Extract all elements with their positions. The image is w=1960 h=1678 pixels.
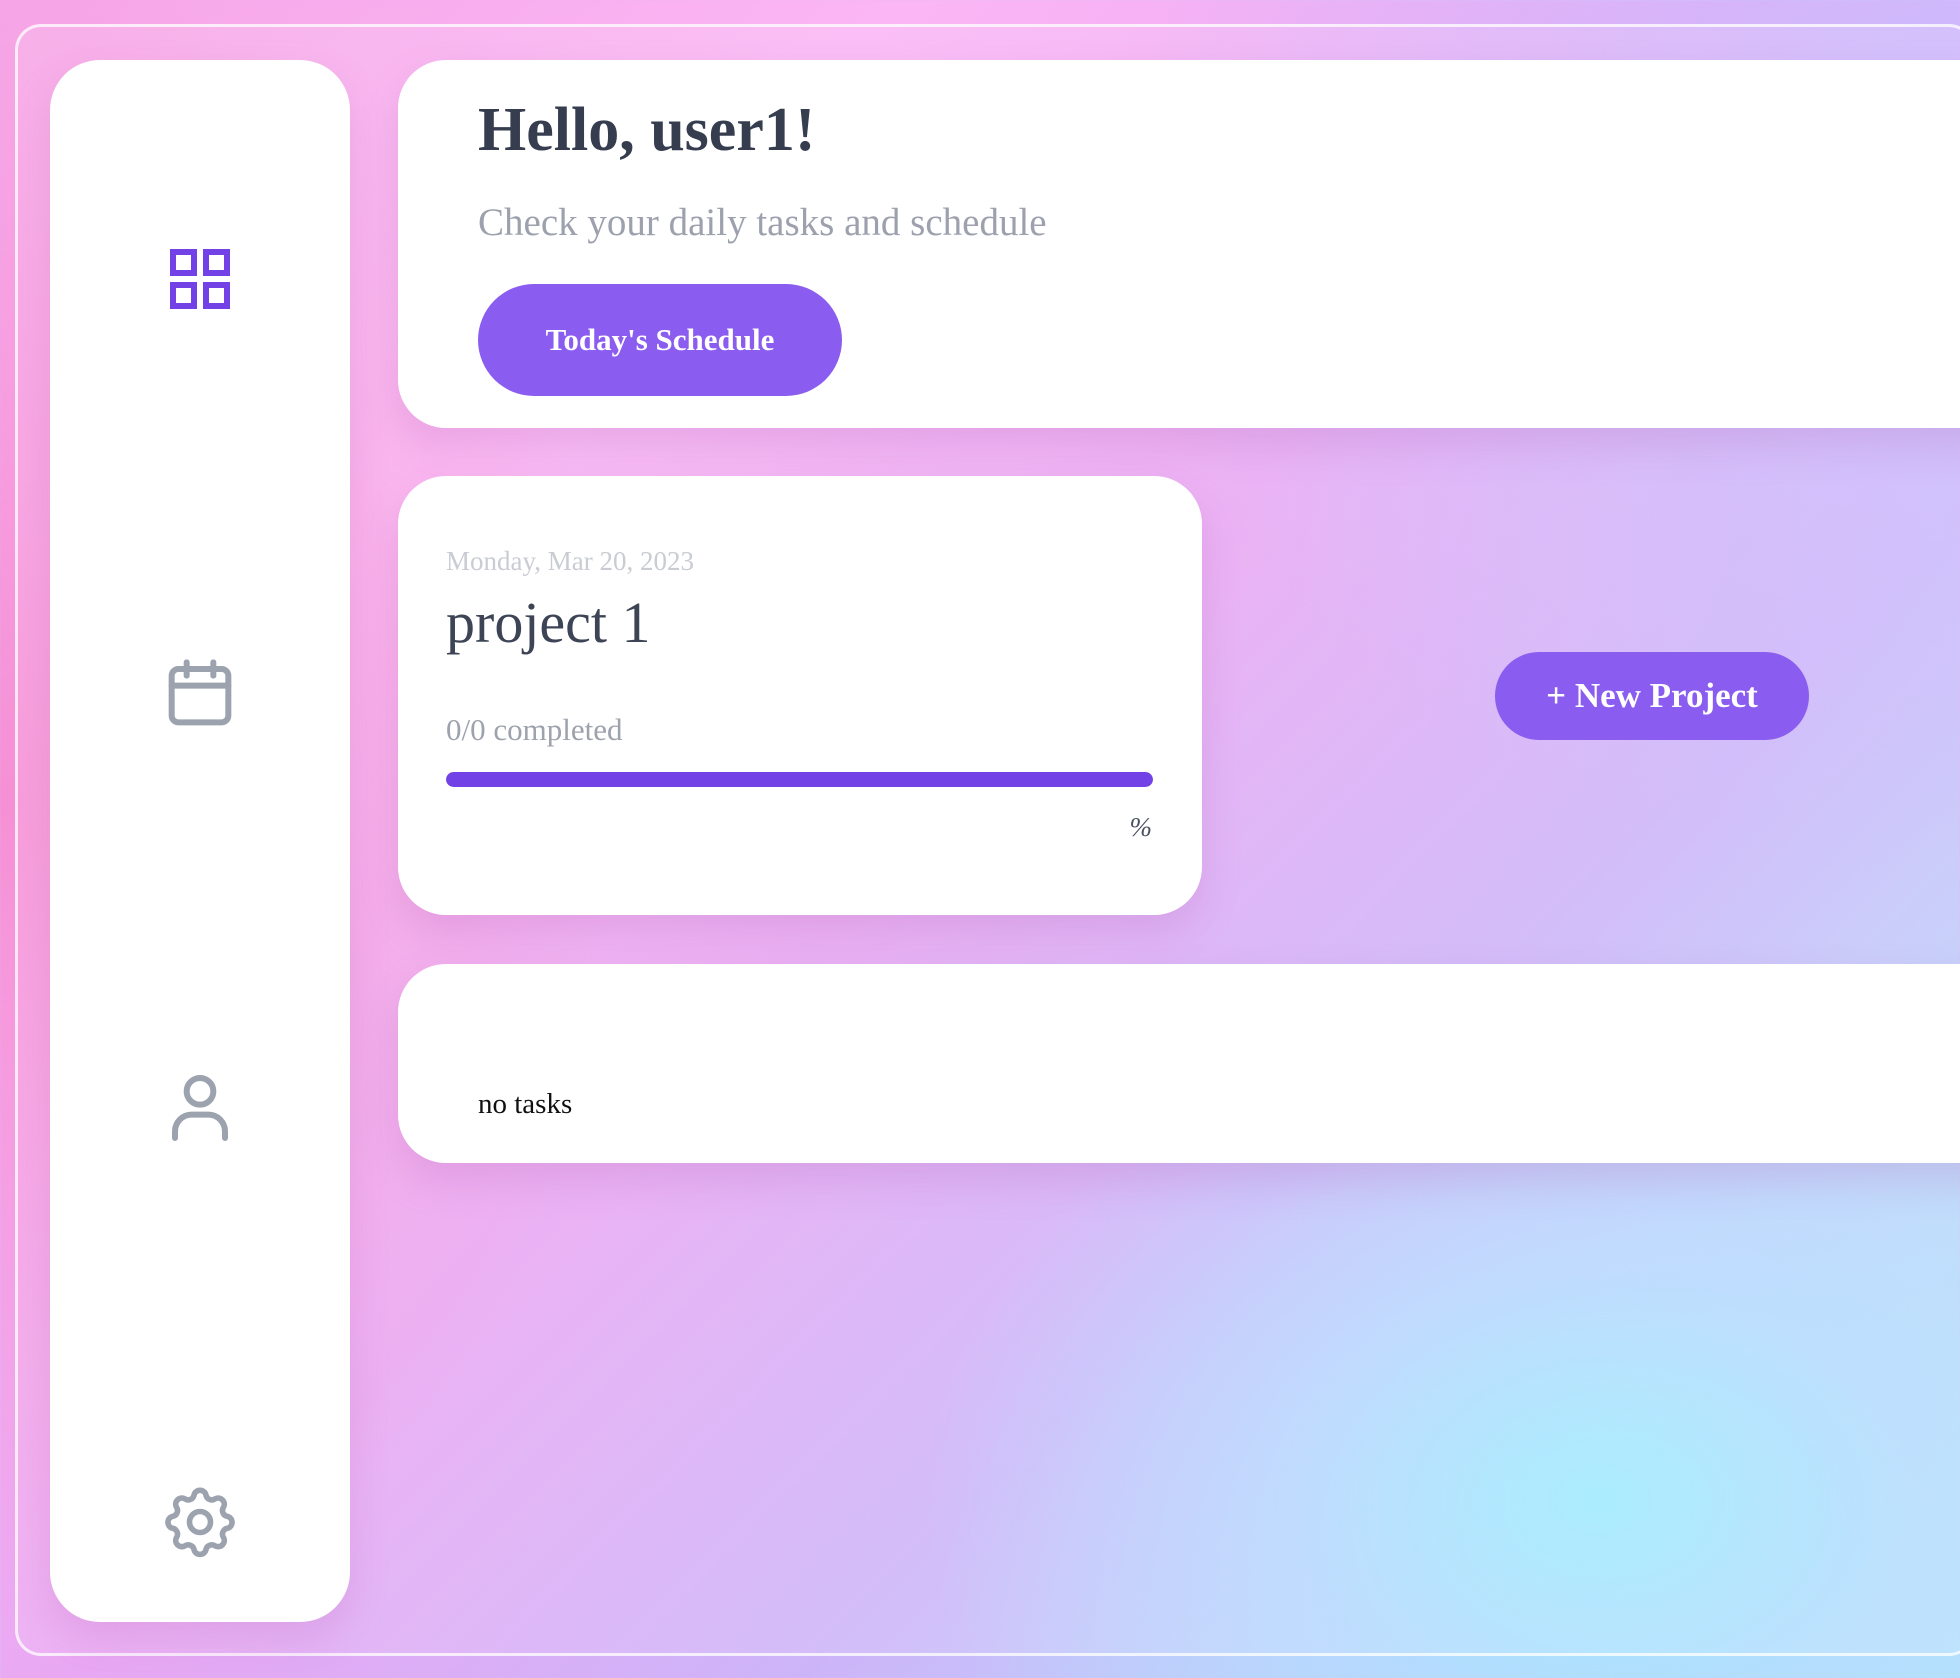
project-progress-text: 0/0 completed [446,712,623,747]
todays-schedule-button[interactable]: Today's Schedule [478,284,842,396]
project-title: project 1 [446,590,651,655]
sidebar-item-settings[interactable] [50,1462,350,1582]
project-progress-fill [446,772,1153,787]
project-progress-percent: % [1129,812,1153,842]
greeting-card: Hello, user1! Check your daily tasks and… [398,60,1960,428]
sidebar [50,60,350,1622]
project-progress-bar [446,772,1153,787]
greeting-title: Hello, user1! [478,96,816,164]
sidebar-item-dashboard[interactable] [50,219,350,339]
tasks-empty-text: no tasks [478,1088,573,1120]
new-project-button[interactable]: + New Project [1495,652,1809,740]
gear-icon [165,1487,235,1558]
greeting-subtitle: Check your daily tasks and schedule [478,201,1047,244]
user-icon [172,1075,228,1141]
sidebar-item-profile[interactable] [50,1048,350,1168]
calendar-icon [168,659,232,726]
tasks-card: no tasks [398,964,1960,1163]
sidebar-item-calendar[interactable] [50,634,350,754]
project-date: Monday, Mar 20, 2023 [446,546,694,576]
dashboard-grid-icon [170,249,230,309]
project-card[interactable]: Monday, Mar 20, 2023 project 1 0/0 compl… [398,476,1202,915]
